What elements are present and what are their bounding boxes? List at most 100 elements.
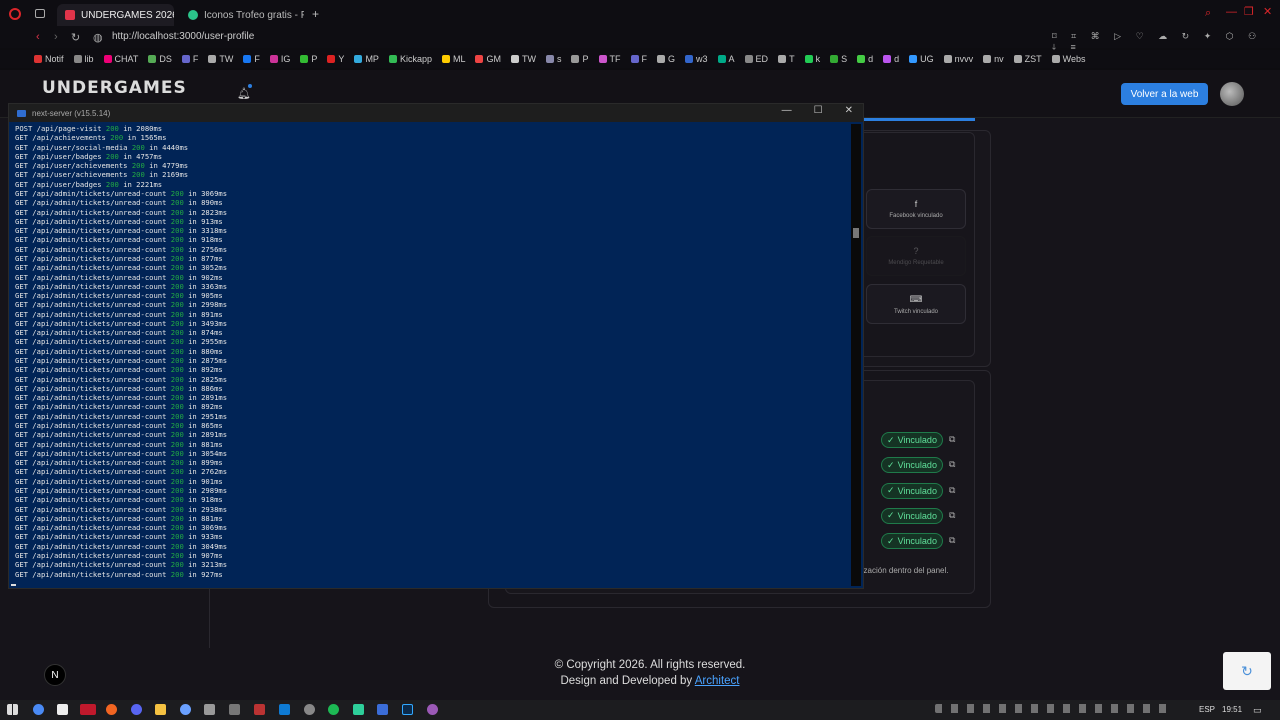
bookmark-item[interactable]: F (181, 54, 198, 64)
twitch-linked-tile[interactable]: ⌨ Twitch vinculado (866, 284, 966, 324)
back-to-web-button[interactable]: Volver a la web (1121, 83, 1208, 105)
spotify-icon[interactable] (328, 704, 339, 715)
firefox-icon[interactable] (106, 704, 117, 715)
bookmark-item[interactable]: nvvv (943, 54, 973, 64)
terminal-log-line: GET /api/admin/tickets/unread-count 200 … (15, 273, 851, 282)
app-icon-13[interactable] (304, 704, 315, 715)
unlink-icon[interactable]: ⧉ (949, 485, 955, 496)
bookmark-item[interactable]: w3 (685, 54, 708, 64)
tab-flaticon[interactable]: Iconos Trofeo gratis - Flat (180, 4, 304, 26)
terminal-scrollbar[interactable] (851, 124, 861, 586)
tray-icons[interactable] (935, 704, 1175, 713)
opera-logo-icon[interactable] (9, 8, 21, 20)
bookmark-item[interactable]: lib (73, 54, 94, 64)
explorer-icon[interactable] (155, 704, 166, 715)
bookmark-item[interactable]: F (630, 54, 647, 64)
bookmark-item[interactable]: MP (354, 54, 379, 64)
bookmark-item[interactable]: TW (208, 54, 233, 64)
bookmark-item[interactable]: S (830, 54, 847, 64)
unlink-icon[interactable]: ⧉ (949, 459, 955, 470)
terminal-log-line: GET /api/admin/tickets/unread-count 200 … (15, 356, 851, 365)
log-duration: in 4779ms (149, 161, 189, 171)
unlink-icon[interactable]: ⧉ (949, 434, 955, 445)
avatar[interactable] (1220, 82, 1244, 106)
bookmark-item[interactable]: CHAT (103, 54, 138, 64)
bookmark-item[interactable]: ZST (1013, 54, 1042, 64)
url-field[interactable]: http://localhost:3000/user-profile (112, 31, 254, 42)
photoshop-icon[interactable] (402, 704, 413, 715)
bookmark-item[interactable]: F (243, 54, 260, 64)
bookmark-item[interactable]: s (545, 54, 561, 64)
minimize-icon[interactable]: — (782, 105, 792, 116)
bookmark-favicon-icon (243, 55, 252, 63)
bookmark-item[interactable]: P (571, 54, 589, 64)
vscode-icon[interactable] (279, 704, 290, 715)
bookmark-item[interactable]: Y (327, 54, 344, 64)
search-tabs-icon[interactable]: ⌕ (1205, 7, 1211, 20)
minimize-window-icon[interactable]: — (1226, 6, 1237, 18)
bookmark-item[interactable]: IG (269, 54, 290, 64)
bookmark-item[interactable]: A (717, 54, 735, 64)
bookmark-item[interactable]: d (857, 54, 873, 64)
bookmark-item[interactable]: G (657, 54, 675, 64)
bookmark-item[interactable]: P (300, 54, 317, 64)
terminal-log-line: GET /api/admin/tickets/unread-count 200 … (15, 467, 851, 476)
terminal-output[interactable]: POST /api/page-visit 200 in 2080ms GET /a… (15, 124, 851, 584)
unlink-icon[interactable]: ⧉ (949, 535, 955, 546)
start-icon[interactable] (7, 704, 18, 715)
close-icon[interactable]: ✕ (845, 105, 853, 116)
facebook-linked-tile[interactable]: f Facebook vinculado (866, 189, 966, 229)
workspaces-icon[interactable] (35, 9, 45, 18)
next-dev-badge[interactable]: N (44, 664, 66, 686)
forward-icon[interactable]: › (54, 31, 58, 43)
site-logo[interactable]: UNDERGAMES (42, 78, 187, 98)
terminal-scroll-thumb[interactable] (853, 228, 859, 238)
bookmark-item[interactable]: T (778, 54, 795, 64)
back-icon[interactable]: ‹ (36, 31, 40, 43)
terminal-titlebar[interactable]: next-server (v15.5.14) — ☐ ✕ (9, 104, 863, 122)
app-icon-11[interactable] (254, 704, 265, 715)
unlink-icon[interactable]: ⧉ (949, 510, 955, 521)
app-icon-18[interactable] (427, 704, 438, 715)
new-tab-button[interactable]: + (312, 7, 319, 21)
app-icon-15[interactable] (353, 704, 364, 715)
bookmark-item[interactable]: nv (983, 54, 1004, 64)
bookmark-item[interactable]: Notif (34, 54, 64, 64)
restore-window-icon[interactable]: ❐ (1244, 5, 1254, 18)
notifications-icon[interactable]: ▭ (1253, 705, 1262, 716)
bookmark-item[interactable]: ML (441, 54, 465, 64)
opera-gx-taskbar-icon[interactable] (80, 704, 96, 715)
tray-language[interactable]: ESP (1199, 705, 1215, 714)
terminal-window[interactable]: next-server (v15.5.14) — ☐ ✕ POST /api/p… (8, 103, 864, 589)
tray-clock[interactable]: 19:51 (1222, 705, 1242, 714)
bookmark-item[interactable]: TW (510, 54, 536, 64)
bookmark-item[interactable]: Webs (1051, 54, 1085, 64)
recaptcha-badge[interactable]: ↻ (1223, 652, 1271, 690)
architect-link[interactable]: Architect (695, 675, 740, 687)
notification-bell-icon[interactable]: 🔔︎ (237, 87, 251, 100)
discord-icon[interactable] (131, 704, 142, 715)
site-info-icon[interactable]: ◍ (93, 31, 103, 44)
chrome-icon[interactable] (33, 704, 44, 715)
maximize-icon[interactable]: ☐ (814, 105, 823, 116)
bookmark-item[interactable]: d (883, 54, 899, 64)
app-icon-16[interactable] (377, 704, 388, 715)
bookmark-item[interactable]: TF (598, 54, 621, 64)
terminal-log-line: GET /api/admin/tickets/unread-count 200 … (15, 337, 851, 346)
notepad-icon[interactable] (57, 704, 68, 715)
bookmark-item[interactable]: GM (475, 54, 501, 64)
bookmark-item[interactable]: UG (909, 54, 934, 64)
app-icon-8[interactable] (180, 704, 191, 715)
close-window-icon[interactable]: ✕ (1263, 5, 1272, 18)
app-icon-10[interactable] (229, 704, 240, 715)
bookmark-favicon-icon (744, 55, 753, 63)
terminal-log-line: GET /api/admin/tickets/unread-count 200 … (15, 542, 851, 551)
app-icon-9[interactable] (204, 704, 215, 715)
reload-icon[interactable]: ↻ (71, 31, 80, 44)
log-request: GET /api/admin/tickets/unread-count (15, 467, 167, 477)
bookmark-item[interactable]: ED (744, 54, 768, 64)
bookmark-item[interactable]: k (804, 54, 820, 64)
bookmark-item[interactable]: Kickapp (388, 54, 432, 64)
bookmark-item[interactable]: DS (148, 54, 172, 64)
tab-undergames[interactable]: UNDERGAMES 2026 | Acc (57, 4, 174, 26)
